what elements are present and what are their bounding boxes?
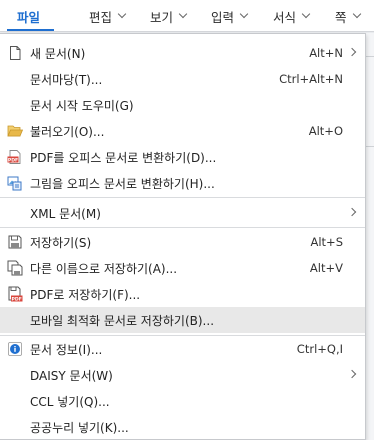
submenu-arrow-icon	[347, 47, 357, 57]
chevron-down-icon	[301, 9, 311, 19]
menu-item-label: CCL 넣기(Q)...	[30, 394, 110, 409]
menu-item-save[interactable]: 저장하기(S) Alt+S	[0, 229, 365, 255]
menu-item-label: 저장하기(S)	[30, 235, 92, 250]
toolbar-divider	[366, 56, 374, 57]
toolbar-divider	[366, 146, 374, 147]
menu-item-label: 새 문서(N)	[30, 46, 86, 61]
menu-item-label: 공공누리 넣기(K)...	[30, 420, 129, 435]
menu-item-label: 그림을 오피스 문서로 변환하기(H)...	[30, 176, 215, 191]
tab-page-label: 쪽	[335, 9, 347, 25]
tab-file-label: 파일	[17, 9, 41, 25]
file-menu: 새 문서(N) Alt+N 문서마당(T)... Ctrl+Alt+N 문서 시…	[0, 33, 366, 440]
chevron-down-icon	[352, 9, 361, 19]
document-background	[366, 33, 374, 440]
menu-item-label: PDF로 저장하기(F)...	[30, 287, 141, 302]
menu-item-pdf-to-office[interactable]: PDF PDF를 오피스 문서로 변환하기(D)...	[0, 144, 365, 170]
menu-item-save-as[interactable]: 다른 이름으로 저장하기(A)... Alt+V	[0, 255, 365, 281]
svg-text:PDF: PDF	[8, 157, 18, 163]
chevron-down-icon	[239, 9, 249, 19]
menu-item-shortcut: Ctrl+Alt+N	[279, 72, 343, 86]
tab-view-label: 보기	[150, 9, 174, 25]
menu-item-label: 문서 시작 도우미(G)	[30, 98, 134, 113]
menu-item-shortcut: Alt+S	[310, 235, 343, 249]
menu-item-templates[interactable]: 문서마당(T)... Ctrl+Alt+N	[0, 66, 365, 92]
menu-item-start-helper[interactable]: 문서 시작 도우미(G)	[0, 92, 365, 118]
tab-insert-label: 입력	[211, 9, 235, 25]
menu-item-label: DAISY 문서(W)	[30, 368, 113, 383]
menu-item-image-to-office[interactable]: 그림을 오피스 문서로 변환하기(H)...	[0, 170, 365, 196]
submenu-arrow-icon	[347, 207, 357, 217]
menu-item-label: XML 문서(M)	[30, 206, 101, 221]
menu-item-document-info[interactable]: 문서 정보(I)... Ctrl+Q,I	[0, 336, 365, 362]
menu-item-label: 불러오기(O)...	[30, 124, 105, 139]
menu-separator	[0, 227, 365, 228]
tab-format-label: 서식	[273, 9, 297, 25]
tab-format[interactable]: 서식	[273, 0, 311, 32]
menu-item-label: PDF를 오피스 문서로 변환하기(D)...	[30, 150, 217, 165]
menu-item-insert-kogl[interactable]: 공공누리 넣기(K)...	[0, 414, 365, 440]
menu-item-label: 문서마당(T)...	[30, 72, 103, 87]
menu-item-label: 문서 정보(I)...	[30, 342, 103, 357]
tab-file[interactable]: 파일	[6, 0, 55, 32]
save-icon	[8, 235, 22, 249]
new-document-icon	[10, 46, 21, 60]
menu-item-insert-ccl[interactable]: CCL 넣기(Q)...	[0, 388, 365, 414]
tab-page[interactable]: 쪽	[335, 0, 361, 32]
menubar: 파일 편집 보기 입력 서식 쪽	[0, 0, 374, 32]
menu-item-label: 다른 이름으로 저장하기(A)...	[30, 261, 178, 276]
menu-item-shortcut: Alt+N	[309, 46, 343, 60]
menu-item-shortcut: Ctrl+Q,I	[296, 342, 343, 356]
menu-item-save-mobile[interactable]: 모바일 최적화 문서로 저장하기(B)...	[0, 307, 365, 333]
menu-item-xml-document[interactable]: XML 문서(M)	[0, 200, 365, 226]
tab-view[interactable]: 보기	[150, 0, 188, 32]
menu-item-daisy-document[interactable]: DAISY 문서(W)	[0, 362, 365, 388]
menu-item-label: 모바일 최적화 문서로 저장하기(B)...	[30, 313, 215, 328]
submenu-arrow-icon	[347, 369, 357, 379]
info-icon	[8, 342, 22, 356]
image-convert-icon	[7, 176, 22, 191]
menu-item-shortcut: Alt+O	[308, 124, 343, 138]
menu-item-save-pdf[interactable]: PDF PDF로 저장하기(F)...	[0, 281, 365, 307]
chevron-down-icon	[178, 9, 188, 19]
menu-separator	[0, 197, 365, 198]
pdf-convert-icon: PDF	[7, 150, 21, 164]
menu-item-open[interactable]: 불러오기(O)... Alt+O	[0, 118, 365, 144]
chevron-down-icon	[117, 9, 127, 19]
folder-open-icon	[7, 125, 23, 137]
save-as-icon	[7, 260, 23, 276]
tab-insert[interactable]: 입력	[211, 0, 249, 32]
svg-text:PDF: PDF	[12, 296, 22, 302]
tab-edit[interactable]: 편집	[89, 0, 127, 32]
menu-item-shortcut: Alt+V	[309, 261, 343, 275]
menu-item-new-document[interactable]: 새 문서(N) Alt+N	[0, 40, 365, 66]
tab-edit-label: 편집	[89, 9, 113, 25]
save-pdf-icon: PDF	[8, 286, 23, 302]
